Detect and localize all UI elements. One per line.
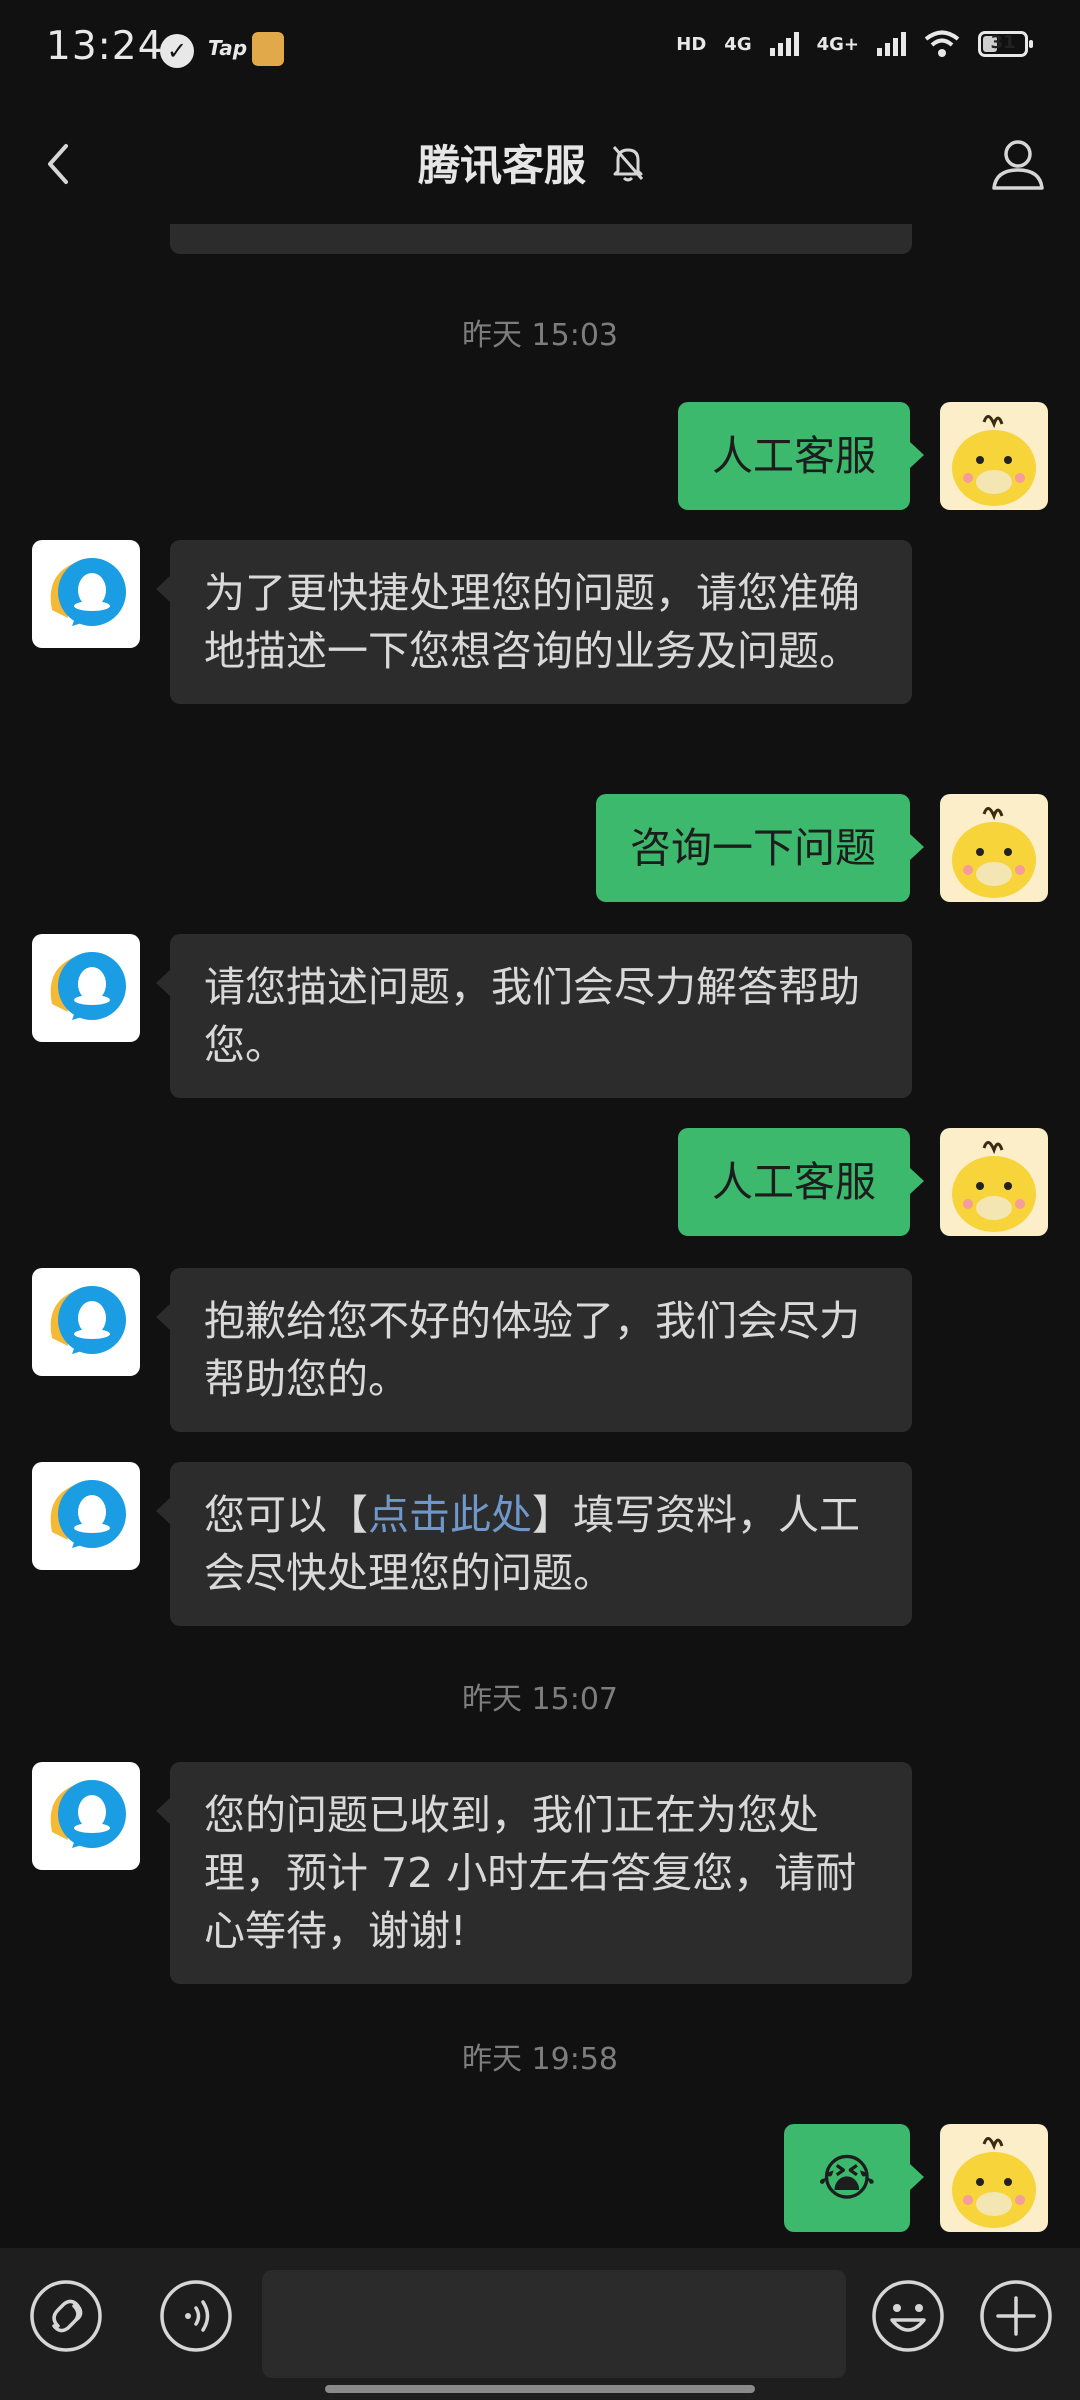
qq-service-logo-icon xyxy=(32,934,140,1042)
plus-icon[interactable] xyxy=(978,2278,1054,2354)
message-bubble-incoming[interactable]: 为了更快捷处理您的问题，请您准确地描述一下您想咨询的业务及问题。 xyxy=(156,540,912,704)
message-bubble-incoming[interactable]: 您的问题已收到，我们正在为您处理，预计 72 小时左右答复您，请耐心等待，谢谢! xyxy=(156,1762,912,1984)
qq-service-logo-icon xyxy=(32,540,140,648)
battery-level: 31 xyxy=(990,32,1016,53)
signal-2-icon xyxy=(877,32,906,56)
nav-bar: 腾讯客服 xyxy=(0,104,1080,224)
service-avatar[interactable] xyxy=(32,1268,140,1376)
duck-avatar-icon xyxy=(940,794,1048,902)
home-indicator[interactable] xyxy=(325,2385,755,2393)
message-row-incoming: 请您描述问题，我们会尽力解答帮助您。 xyxy=(0,934,1080,1098)
message-bubble-partial xyxy=(170,224,912,254)
message-text-before: 您可以【 xyxy=(204,1491,368,1539)
qq-service-logo-icon xyxy=(32,1462,140,1570)
user-avatar[interactable] xyxy=(940,2124,1048,2232)
voice-icon[interactable] xyxy=(158,2278,234,2354)
timestamp: 昨天 19:58 xyxy=(462,2042,618,2077)
hd-label: HD xyxy=(676,33,707,55)
service-avatar[interactable] xyxy=(32,1462,140,1570)
network-2-label: 4G+ xyxy=(816,33,859,55)
battery-icon: 31 xyxy=(978,31,1033,57)
bell-off-icon xyxy=(612,145,644,181)
qq-service-logo-icon xyxy=(32,1762,140,1870)
qq-service-logo-icon xyxy=(32,1268,140,1376)
chat-message-list[interactable]: 昨天 15:03 人工客服 为了更快捷处理您的问题，请您准确地描述一下您想咨询的… xyxy=(0,224,1080,2248)
timestamp: 昨天 15:07 xyxy=(462,1682,618,1717)
service-avatar[interactable] xyxy=(32,1762,140,1870)
nav-title-group: 腾讯客服 xyxy=(418,132,646,193)
message-bubble-emoji[interactable]: 😭 xyxy=(783,2124,925,2232)
message-row-outgoing: 人工客服 xyxy=(0,402,1080,510)
message-bubble-outgoing[interactable]: 人工客服 xyxy=(678,1128,924,1236)
message-bubble-incoming[interactable]: 抱歉给您不好的体验了，我们会尽力帮助您的。 xyxy=(156,1268,912,1432)
app-notification-icon xyxy=(252,32,284,66)
message-bubble-outgoing[interactable]: 咨询一下问题 xyxy=(596,794,924,902)
message-row-outgoing: 人工客服 xyxy=(0,1128,1080,1236)
status-bar: 13:24 ✓ Tap HD 4G 4G+ 31 xyxy=(0,0,1080,104)
tap-app-icon: Tap xyxy=(208,36,248,60)
duck-avatar-icon xyxy=(940,1128,1048,1236)
status-time: 13:24 xyxy=(46,24,164,69)
input-bar xyxy=(0,2248,1080,2400)
user-avatar[interactable] xyxy=(940,402,1048,510)
message-input[interactable] xyxy=(262,2270,846,2378)
status-indicators: HD 4G 4G+ 31 xyxy=(676,30,1033,58)
service-avatar[interactable] xyxy=(32,540,140,648)
message-row-incoming: 抱歉给您不好的体验了，我们会尽力帮助您的。 xyxy=(0,1268,1080,1432)
message-bubble-incoming[interactable]: 您可以【点击此处】填写资料，人工会尽快处理您的问题。 xyxy=(156,1462,912,1626)
page-title: 腾讯客服 xyxy=(418,141,587,190)
chevron-left-icon[interactable] xyxy=(30,134,90,194)
signal-1-icon xyxy=(769,32,799,56)
message-row-outgoing: 咨询一下问题 xyxy=(0,794,1080,902)
message-bubble-outgoing[interactable]: 人工客服 xyxy=(678,402,924,510)
wifi-icon xyxy=(924,30,960,57)
fill-form-link[interactable]: 点击此处 xyxy=(368,1491,532,1539)
duck-avatar-icon xyxy=(940,2124,1048,2232)
network-1-label: 4G xyxy=(724,33,752,55)
message-row-incoming: 您的问题已收到，我们正在为您处理，预计 72 小时左右答复您，请耐心等待，谢谢! xyxy=(0,1762,1080,1984)
user-avatar[interactable] xyxy=(940,794,1048,902)
timestamp: 昨天 15:03 xyxy=(462,318,618,353)
message-row-outgoing: 😭 xyxy=(0,2124,1080,2232)
check-circle-icon: ✓ xyxy=(160,34,194,68)
message-bubble-incoming[interactable]: 请您描述问题，我们会尽力解答帮助您。 xyxy=(156,934,912,1098)
link-icon[interactable] xyxy=(28,2278,104,2354)
message-row-incoming: 您可以【点击此处】填写资料，人工会尽快处理您的问题。 xyxy=(0,1462,1080,1626)
duck-avatar-icon xyxy=(940,402,1048,510)
user-avatar[interactable] xyxy=(940,1128,1048,1236)
message-row-incoming: 为了更快捷处理您的问题，请您准确地描述一下您想咨询的业务及问题。 xyxy=(0,540,1080,760)
person-icon[interactable] xyxy=(986,132,1050,196)
smiley-icon[interactable] xyxy=(870,2278,946,2354)
service-avatar[interactable] xyxy=(32,934,140,1042)
